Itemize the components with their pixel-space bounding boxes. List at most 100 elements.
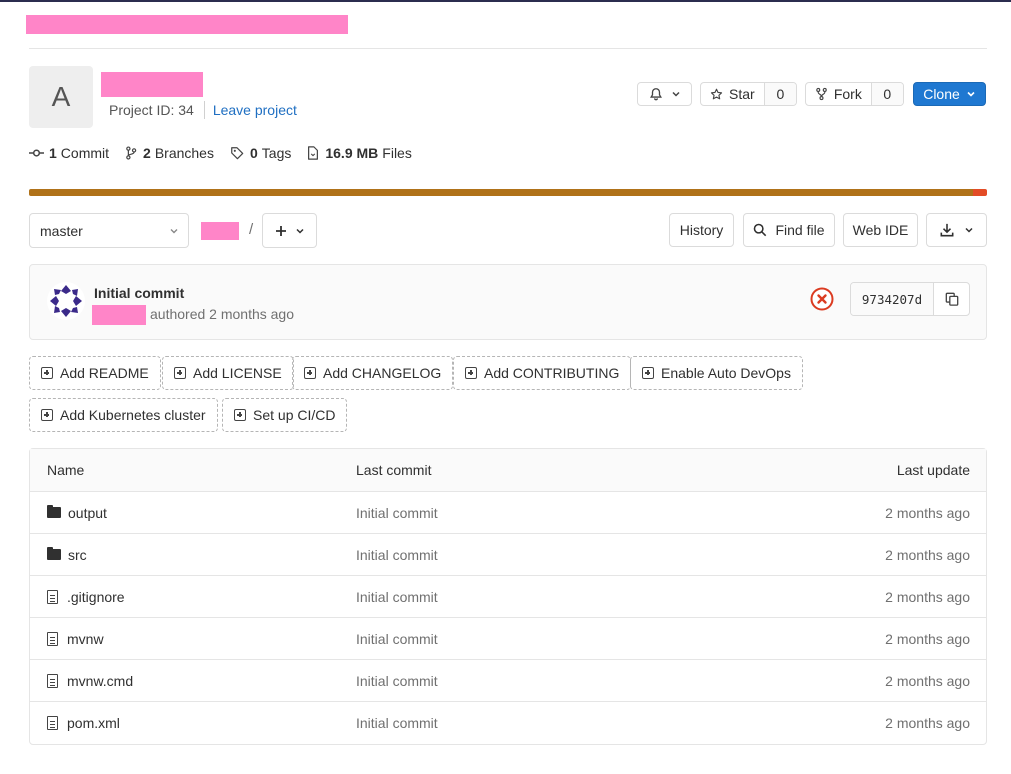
plus-square-icon (304, 367, 316, 379)
commits-label: Commit (60, 145, 110, 161)
header-last-commit: Last commit (356, 462, 432, 478)
table-row[interactable]: output Initial commit 2 months ago (30, 492, 986, 534)
files-size: 16.9 MB (325, 145, 379, 161)
file-name[interactable]: mvnw.cmd (67, 673, 133, 689)
file-commit-cell[interactable]: Initial commit (356, 618, 438, 659)
commit-icon (29, 149, 44, 157)
file-updated-cell: 2 months ago (885, 715, 970, 731)
file-commit-cell[interactable]: Initial commit (356, 576, 438, 617)
plus-icon (275, 225, 286, 236)
fork-count[interactable]: 0 (870, 83, 903, 105)
pipeline-failed-icon[interactable] (810, 287, 834, 311)
add-license-button[interactable]: Add LICENSE (162, 356, 294, 390)
tags-stat[interactable]: 0 Tags (230, 145, 291, 161)
commit-sha[interactable]: 9734207d (851, 283, 934, 315)
file-icon (47, 673, 58, 688)
add-license-label: Add LICENSE (193, 365, 282, 381)
file-size-icon (308, 146, 319, 160)
table-row[interactable]: mvnw Initial commit 2 months ago (30, 618, 986, 660)
branches-stat[interactable]: 2 Branches (125, 145, 214, 161)
fork-button[interactable]: Fork (806, 83, 871, 105)
header-name: Name (47, 462, 85, 478)
file-name[interactable]: .gitignore (67, 589, 125, 605)
star-count[interactable]: 0 (763, 83, 796, 105)
star-button-group: Star 0 (700, 82, 797, 106)
file-name[interactable]: pom.xml (67, 715, 120, 731)
table-row[interactable]: .gitignore Initial commit 2 months ago (30, 576, 986, 618)
history-button[interactable]: History (669, 213, 734, 247)
meta-separator (203, 101, 205, 119)
star-label: Star (728, 86, 755, 102)
file-name[interactable]: mvnw (67, 631, 104, 647)
author-avatar[interactable] (47, 282, 85, 320)
language-segment-java[interactable] (29, 189, 973, 196)
add-kubernetes-cluster-label: Add Kubernetes cluster (60, 407, 206, 423)
copy-icon (945, 292, 958, 306)
web-ide-button[interactable]: Web IDE (843, 213, 918, 247)
file-name-cell[interactable]: src (47, 534, 87, 575)
branches-count: 2 (143, 145, 151, 161)
file-tree-table: Name Last commit Last update output Init… (29, 448, 987, 745)
find-file-button[interactable]: Find file (743, 213, 835, 247)
header-last-update: Last update (896, 462, 970, 478)
add-to-tree-dropdown[interactable] (262, 213, 317, 248)
download-icon (940, 223, 953, 237)
star-icon (710, 88, 723, 99)
add-readme-button[interactable]: Add README (29, 356, 161, 390)
file-name[interactable]: output (68, 505, 107, 521)
set-up-ci-cd-button[interactable]: Set up CI/CD (222, 398, 348, 432)
commit-title[interactable]: Initial commit (94, 285, 184, 301)
top-border (0, 0, 1011, 2)
file-name-cell[interactable]: pom.xml (47, 702, 120, 744)
branch-icon (126, 146, 137, 160)
file-name-cell[interactable]: mvnw (47, 618, 104, 659)
copy-sha-button[interactable] (934, 283, 969, 315)
fork-button-group: Fork 0 (805, 82, 904, 106)
table-row[interactable]: pom.xml Initial commit 2 months ago (30, 702, 986, 744)
enable-auto-devops-button[interactable]: Enable Auto DevOps (630, 356, 803, 390)
branch-selector[interactable]: master (29, 213, 189, 248)
commit-authored-time: authored 2 months ago (150, 306, 294, 322)
bell-icon (649, 88, 662, 101)
file-updated-cell: 2 months ago (885, 504, 970, 521)
file-name-cell[interactable]: .gitignore (47, 576, 125, 617)
plus-square-icon (234, 409, 246, 421)
path-separator: / (249, 221, 254, 238)
file-commit-cell[interactable]: Initial commit (356, 660, 438, 701)
commit-author-redacted[interactable] (92, 305, 146, 325)
branch-name: master (40, 222, 83, 239)
header-divider (29, 48, 987, 49)
file-commit-cell[interactable]: Initial commit (356, 534, 438, 575)
branches-label: Branches (154, 145, 214, 161)
file-name-cell[interactable]: mvnw.cmd (47, 660, 133, 701)
files-stat[interactable]: 16.9 MB Files (307, 145, 412, 161)
file-commit-cell[interactable]: Initial commit (356, 492, 438, 533)
add-kubernetes-cluster-button[interactable]: Add Kubernetes cluster (29, 398, 218, 432)
file-icon (47, 589, 58, 604)
plus-square-icon (465, 367, 477, 379)
language-segment-other[interactable] (972, 189, 987, 196)
repository-languages-bar[interactable] (29, 189, 987, 196)
plus-square-icon (174, 367, 186, 379)
clone-dropdown[interactable]: Clone (913, 82, 986, 106)
download-dropdown[interactable] (926, 213, 987, 247)
file-updated-cell: 2 months ago (885, 588, 970, 605)
chevron-down-icon (967, 91, 975, 97)
commit-sha-group: 9734207d (850, 282, 970, 316)
leave-project-link[interactable]: Leave project (213, 102, 297, 118)
add-changelog-button[interactable]: Add CHANGELOG (292, 356, 454, 390)
notification-dropdown[interactable] (637, 82, 692, 106)
star-button[interactable]: Star (701, 83, 764, 105)
file-commit-cell[interactable]: Initial commit (356, 702, 438, 744)
project-id: Project ID: 34 (109, 102, 194, 118)
table-row[interactable]: src Initial commit 2 months ago (30, 534, 986, 576)
add-contributing-label: Add CONTRIBUTING (484, 365, 620, 381)
table-row[interactable]: mvnw.cmd Initial commit 2 months ago (30, 660, 986, 702)
file-name[interactable]: src (68, 547, 87, 563)
find-file-label: Find file (775, 222, 825, 238)
add-contributing-button[interactable]: Add CONTRIBUTING (453, 356, 632, 390)
breadcrumb-redacted[interactable] (26, 15, 348, 34)
repo-path-redacted[interactable] (201, 222, 239, 240)
commits-stat[interactable]: 1 Commit (29, 145, 109, 161)
file-name-cell[interactable]: output (47, 492, 107, 533)
